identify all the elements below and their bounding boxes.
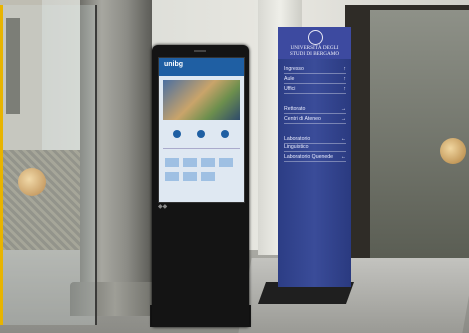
screen-circle-icon	[221, 130, 229, 138]
sign-row: Linguistico	[284, 143, 346, 152]
arrow-icon: →	[340, 116, 346, 122]
directory-sign: Ingresso ↑ Aule ↑ Uffici ↑ Rettorato → Centri di…	[278, 27, 351, 287]
sign-title: UNIVERSITÀ DEGLI STUDI DI BERGAMO	[280, 45, 349, 57]
glass-door-left	[0, 5, 97, 325]
screen-tile	[165, 172, 179, 181]
screen-tile	[219, 158, 233, 167]
sign-row: Ingresso ↑	[284, 65, 346, 74]
door-handle-right	[440, 138, 466, 164]
screen-tile	[201, 172, 215, 181]
sign-row: Rettorato →	[284, 105, 346, 114]
sign-row-label: Aule	[284, 76, 295, 82]
screen-tile	[183, 172, 197, 181]
sign-header: UNIVERSITÀ DEGLI STUDI DI BERGAMO	[278, 27, 351, 59]
door-handle-left	[18, 168, 46, 196]
screen-tile	[201, 158, 215, 167]
kiosk-camera	[194, 50, 206, 52]
university-seal-icon	[308, 30, 323, 45]
sign-row-label: Ingresso	[284, 66, 304, 72]
arrow-icon: ↑	[343, 86, 346, 92]
photo-scene: Ingresso ↑ Aule ↑ Uffici ↑ Rettorato → Centri di…	[0, 0, 469, 333]
screen-circle-icon	[173, 130, 181, 138]
screen-divider	[163, 148, 240, 149]
arrow-icon: ←	[340, 136, 346, 142]
arrow-icon: ↑	[343, 76, 346, 82]
arrow-icon: →	[340, 106, 346, 112]
screen-logo: unibg	[164, 61, 184, 68]
kiosk-screen: unibg	[158, 57, 245, 203]
sign-row-label: Rettorato	[284, 106, 306, 112]
sign-title-line2: STUDI DI BERGAMO	[289, 51, 340, 57]
sign-row: Uffici ↑	[284, 85, 346, 94]
sign-row-label: Uffici	[284, 86, 296, 92]
arrow-icon: ↑	[343, 66, 346, 72]
screen-tile	[165, 158, 179, 167]
arrow-icon: ←	[340, 154, 346, 160]
info-kiosk: unibg ◆◆	[152, 45, 249, 327]
sign-row: Laboratorio Quenede ←	[284, 153, 346, 162]
screen-tile	[183, 158, 197, 167]
screen-photo	[163, 80, 240, 120]
sign-row-label: Laboratorio	[284, 136, 311, 142]
sign-row-label: Centri di Ateneo	[284, 116, 321, 122]
screen-circle-icon	[197, 130, 205, 138]
sign-row-label: Laboratorio Quenede	[284, 154, 334, 160]
screen-header: unibg	[159, 58, 244, 76]
sign-row-label: Linguistico	[284, 144, 309, 150]
sign-row: Aule ↑	[284, 75, 346, 84]
sign-row: Centri di Ateneo →	[284, 115, 346, 124]
kiosk-sensor-icon: ◆◆	[158, 204, 168, 210]
